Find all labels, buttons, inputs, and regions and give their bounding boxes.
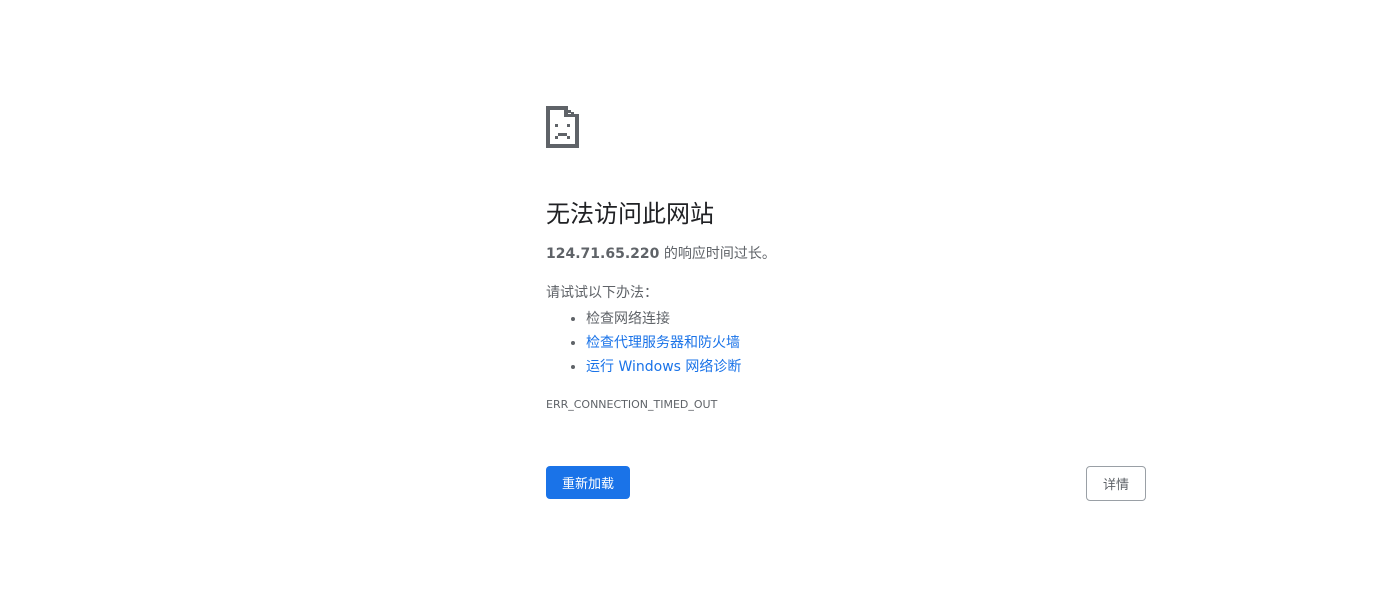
page-title: 无法访问此网站 xyxy=(546,200,714,228)
error-page: 无法访问此网站 124.71.65.220 的响应时间过长。 请试试以下办法： … xyxy=(0,0,1375,605)
host-suffix-text: 的响应时间过长。 xyxy=(659,246,776,262)
suggestions-list: 检查网络连接 检查代理服务器和防火墙 运行 Windows 网络诊断 xyxy=(546,307,1146,379)
details-button[interactable]: 详情 xyxy=(1086,466,1146,501)
check-proxy-firewall-link[interactable]: 检查代理服务器和防火墙 xyxy=(586,335,740,351)
suggestion-check-connection: 检查网络连接 xyxy=(586,307,1146,331)
windows-network-diagnostics-link[interactable]: 运行 Windows 网络诊断 xyxy=(586,359,741,375)
suggestion-text: 检查网络连接 xyxy=(586,311,670,327)
sad-page-icon xyxy=(546,106,580,150)
suggestion-windows-diagnostics: 运行 Windows 网络诊断 xyxy=(586,355,1146,379)
error-code: ERR_CONNECTION_TIMED_OUT xyxy=(546,398,718,411)
reload-button[interactable]: 重新加载 xyxy=(546,466,630,499)
suggestion-check-proxy-firewall: 检查代理服务器和防火墙 xyxy=(586,331,1146,355)
error-description: 124.71.65.220 的响应时间过长。 xyxy=(546,244,1146,264)
error-content: 无法访问此网站 124.71.65.220 的响应时间过长。 请试试以下办法： … xyxy=(546,106,1146,413)
host-address: 124.71.65.220 xyxy=(546,246,660,262)
suggestions-heading: 请试试以下办法： xyxy=(546,285,658,301)
